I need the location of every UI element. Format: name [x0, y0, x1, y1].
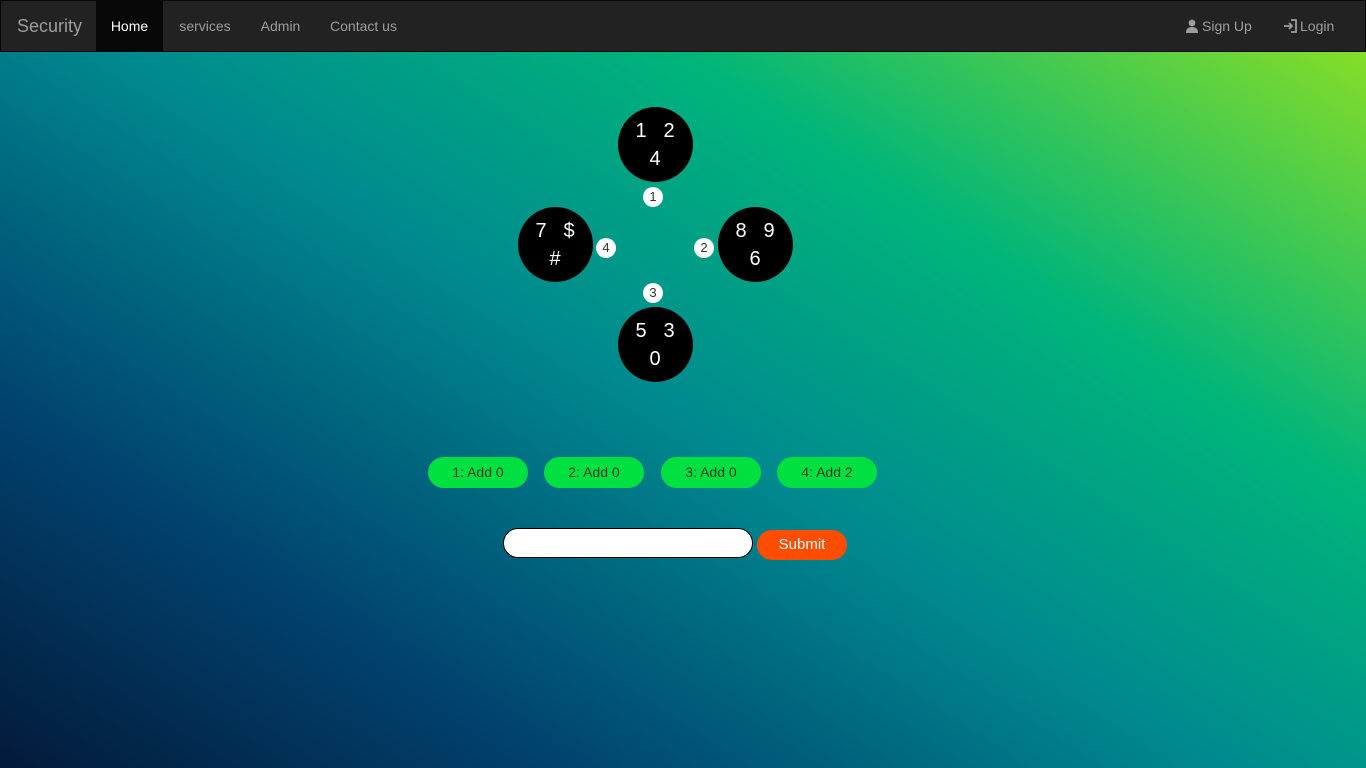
add-button-2[interactable]: 2: Add 0	[544, 457, 644, 488]
dial-digit: 0	[649, 348, 661, 370]
marker-bottom: 3	[643, 283, 663, 303]
dial-top[interactable]: 1 2 4	[618, 107, 693, 182]
brand-logo[interactable]: Security	[17, 1, 82, 51]
dial-bottom[interactable]: 5 3 0	[618, 307, 693, 382]
login-link[interactable]: Login	[1283, 1, 1334, 51]
nav-item-contact-us[interactable]: Contact us	[315, 1, 412, 51]
dial-left[interactable]: 7 $ #	[518, 207, 593, 282]
nav-item-services[interactable]: services	[164, 1, 246, 51]
nav-item-admin[interactable]: Admin	[246, 1, 315, 51]
dial-digit: #	[549, 248, 561, 270]
dial-digit: 4	[649, 148, 661, 170]
dial-digit: 8	[735, 220, 747, 242]
sign-up-link[interactable]: Sign Up	[1185, 1, 1252, 51]
marker-left: 4	[596, 238, 616, 258]
dial-digit: 1	[635, 120, 647, 142]
add-button-4[interactable]: 4: Add 2	[777, 457, 877, 488]
dial-digit: 3	[663, 320, 675, 342]
marker-top: 1	[643, 187, 663, 207]
login-label: Login	[1300, 18, 1335, 34]
dial-digit: 2	[663, 120, 675, 142]
nav-item-home[interactable]: Home	[96, 1, 163, 51]
user-icon	[1186, 19, 1198, 33]
marker-right: 2	[694, 238, 714, 258]
dial-digit: 6	[749, 248, 761, 270]
sign-up-label: Sign Up	[1202, 18, 1252, 34]
add-button-1[interactable]: 1: Add 0	[428, 457, 528, 488]
navbar: Security Home services Admin Contact us …	[0, 0, 1366, 52]
add-button-3[interactable]: 3: Add 0	[661, 457, 761, 488]
dial-digit: 5	[635, 320, 647, 342]
dial-digit: 7	[535, 220, 547, 242]
code-input[interactable]	[503, 528, 753, 558]
login-icon	[1284, 19, 1297, 33]
dial-right[interactable]: 8 9 6	[718, 207, 793, 282]
dial-digit: 9	[763, 220, 775, 242]
dial-digit: $	[563, 220, 575, 242]
submit-button[interactable]: Submit	[757, 530, 847, 560]
